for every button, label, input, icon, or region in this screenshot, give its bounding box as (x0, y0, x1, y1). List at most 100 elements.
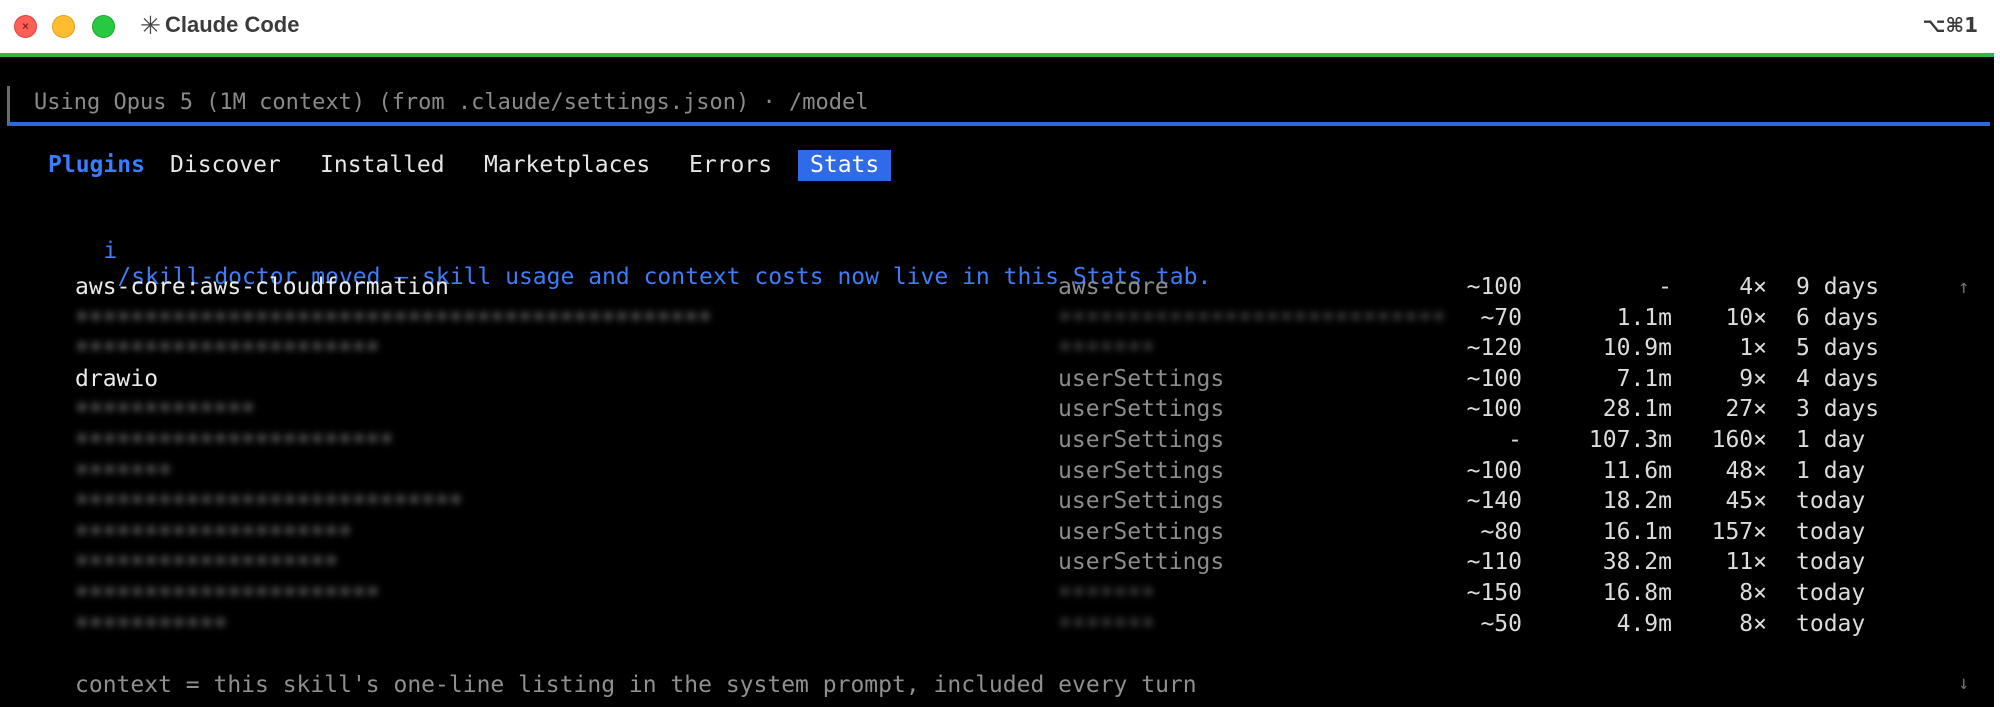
plugins-title: Plugins (48, 152, 145, 178)
skill-row[interactable]: ••••••••••• ••••••• ~50 4.9m 8× today (0, 609, 1990, 639)
skill-name: ••••••••••• (75, 610, 228, 637)
skill-row[interactable]: •••••••••••••••••••••• ••••••• ~150 16.8m 8×… (0, 578, 1990, 608)
skill-tokens: 18.2m (1602, 488, 1672, 515)
skill-name: ••••••• (75, 457, 172, 484)
skill-context-cost: ~70 (1480, 304, 1522, 331)
skill-last-used: today (1796, 610, 1866, 637)
skill-row[interactable]: aws-core:aws-cloudformation aws-core ~100 -… (0, 272, 1990, 302)
skill-uses: 45× (1725, 488, 1767, 515)
terminal-window: × ✳ Claude Code ⌥⌘1 Using Opus 5 (1M con… (0, 0, 2000, 707)
skill-tokens: 38.2m (1602, 549, 1672, 576)
skill-name: ••••••••••••••••••••••••••••••••••••••••… (75, 304, 712, 331)
tab-discover[interactable]: Discover (170, 150, 281, 181)
window-edge (1994, 53, 2000, 707)
window-title: Claude Code (165, 12, 300, 37)
skill-context-cost: ~100 (1466, 365, 1522, 392)
skill-uses: 11× (1725, 549, 1767, 576)
skill-name: ••••••••••••••••••••••• (75, 427, 394, 453)
skill-context-cost: ~100 (1466, 457, 1522, 484)
skill-last-used: 6 days (1796, 304, 1880, 331)
close-window-button[interactable]: × (14, 15, 37, 38)
skill-last-used: 1 day (1796, 427, 1866, 453)
skill-context-cost: ~100 (1466, 274, 1522, 300)
close-icon: × (21, 19, 30, 33)
tab-installed[interactable]: Installed (320, 150, 445, 181)
skill-tokens: - (1658, 274, 1672, 300)
skill-source: userSettings (1058, 365, 1225, 392)
skill-source: userSettings (1058, 488, 1225, 515)
skill-context-cost: ~80 (1480, 518, 1522, 545)
model-notice: Using Opus 5 (1M context) (from .claude/… (34, 90, 869, 115)
scroll-down-icon[interactable]: ↓ (1958, 672, 1969, 694)
skill-name: aws-core:aws-cloudformation (75, 274, 449, 300)
skill-uses: 1× (1739, 335, 1767, 362)
skill-context-cost: ~120 (1466, 335, 1522, 362)
skill-name: ••••••••••••••••••• (75, 549, 339, 576)
scroll-up-icon[interactable]: ↑ (1958, 276, 1969, 298)
skill-last-used: today (1796, 488, 1866, 515)
skill-tokens: 11.6m (1602, 457, 1672, 484)
skill-context-cost: ~110 (1466, 549, 1522, 576)
minimize-window-button[interactable] (52, 15, 75, 38)
info-icon: i (103, 238, 118, 264)
skill-last-used: 3 days (1796, 396, 1880, 423)
tab-marketplaces[interactable]: Marketplaces (484, 150, 650, 181)
skill-tokens: 7.1m (1616, 365, 1672, 392)
skill-tokens: 4.9m (1616, 610, 1672, 637)
skill-name: •••••••••••••••••••••• (75, 580, 380, 606)
window-shortcut: ⌥⌘1 (1922, 13, 1978, 37)
skill-tokens: 107.3m (1588, 427, 1672, 453)
skill-last-used: 9 days (1796, 274, 1880, 300)
skill-row[interactable]: ••••••••••••••••••••••• userSettings - 107.… (0, 425, 1990, 455)
maximize-window-button[interactable] (92, 15, 115, 38)
context-footnote: context = this skill's one-line listing … (75, 672, 1197, 698)
skill-last-used: 5 days (1796, 335, 1880, 362)
skill-row[interactable]: ••••••••••••••••••• userSettings ~110 38.2m… (0, 547, 1990, 577)
skill-uses: 10× (1725, 304, 1767, 331)
model-notice-bar: Using Opus 5 (1M context) (from .claude/… (7, 86, 1990, 126)
skill-source: ••••••• (1058, 335, 1155, 362)
skill-uses: 160× (1711, 427, 1767, 453)
skill-name: •••••••••••••••••••• (75, 518, 352, 545)
asterisk-icon: ✳ (140, 11, 161, 40)
skill-name: •••••••••••••••••••••••••••• (75, 488, 463, 515)
skill-row[interactable]: drawio userSettings ~100 7.1m 9× 4 days (0, 364, 1990, 394)
skill-uses: 48× (1725, 457, 1767, 484)
skill-row[interactable]: ••••••••••••••••••••••••••••••••••••••••… (0, 303, 1990, 333)
skill-tokens: 16.1m (1602, 518, 1672, 545)
skill-tokens: 1.1m (1616, 304, 1672, 331)
tab-errors[interactable]: Errors (689, 150, 772, 181)
skill-tokens: 10.9m (1602, 335, 1672, 362)
skill-uses: 4× (1739, 274, 1767, 300)
tab-stats[interactable]: Stats (798, 150, 892, 181)
skill-source: aws-core (1058, 274, 1169, 300)
skill-name: •••••••••••••••••••••• (75, 335, 380, 362)
skill-name: drawio (75, 365, 159, 392)
skill-uses: 8× (1739, 610, 1767, 637)
skill-source: userSettings (1058, 396, 1225, 423)
skill-row[interactable]: •••••••••••••••••••••• ••••••• ~120 10.9m 1×… (0, 333, 1990, 363)
skill-source: ••••••• (1058, 580, 1155, 606)
skill-context-cost: ~50 (1480, 610, 1522, 637)
skill-context-cost: ~100 (1466, 396, 1522, 423)
skill-context-cost: ~140 (1466, 488, 1522, 515)
skill-uses: 157× (1711, 518, 1767, 545)
skill-last-used: 1 day (1796, 457, 1866, 484)
skill-last-used: today (1796, 518, 1866, 545)
activity-bar (0, 53, 1995, 57)
skill-last-used: today (1796, 549, 1866, 576)
skill-row[interactable]: ••••••• userSettings ~100 11.6m 48× 1 day (0, 456, 1990, 486)
skill-tokens: 16.8m (1602, 580, 1672, 606)
skill-tokens: 28.1m (1602, 396, 1672, 423)
skill-source: userSettings (1058, 427, 1225, 453)
skill-context-cost: - (1508, 427, 1522, 453)
skill-source: •••••••••••••••••••••••••••• (1058, 304, 1446, 331)
skill-row[interactable]: ••••••••••••• userSettings ~100 28.1m 27× 3 d… (0, 394, 1990, 424)
skill-uses: 9× (1739, 365, 1767, 392)
skill-row[interactable]: •••••••••••••••••••••••••••• userSettings… (0, 486, 1990, 516)
skill-source: userSettings (1058, 549, 1225, 576)
skill-uses: 27× (1725, 396, 1767, 423)
skill-last-used: today (1796, 580, 1866, 606)
skill-context-cost: ~150 (1466, 580, 1522, 606)
skill-row[interactable]: •••••••••••••••••••• userSettings ~80 16.1m… (0, 517, 1990, 547)
